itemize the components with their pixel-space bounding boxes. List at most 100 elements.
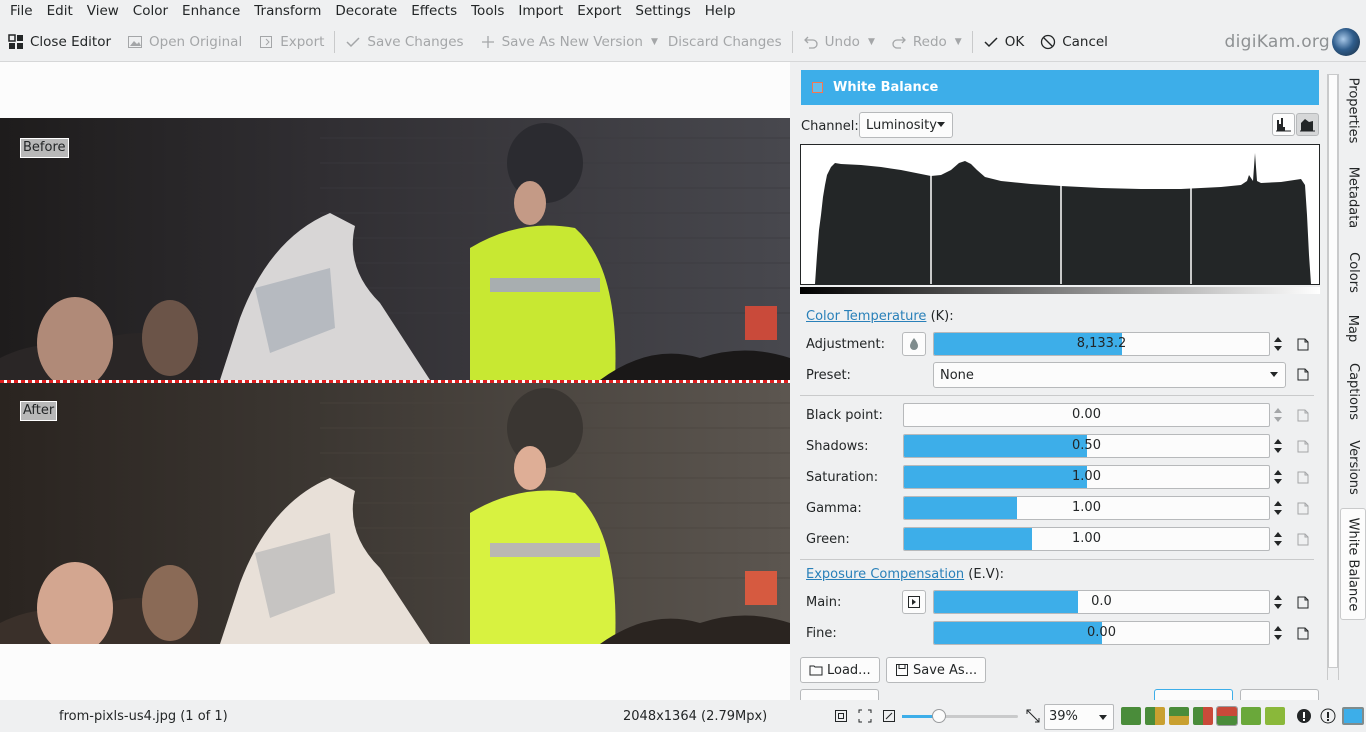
panel-cancel-button[interactable]: [1240, 689, 1319, 700]
preview-mouse-over-icon[interactable]: [1265, 707, 1285, 725]
menu-import[interactable]: Import: [511, 0, 570, 23]
compare-split-vertical-icon[interactable]: [1193, 707, 1213, 725]
fine-exposure-spinbox[interactable]: [1271, 621, 1285, 645]
gamma-slider[interactable]: 1.00: [903, 496, 1270, 520]
auto-exposure-button[interactable]: [902, 590, 926, 614]
compare-split-horizontal-icon[interactable]: [1216, 706, 1238, 726]
scrollbar-thumb[interactable]: [1328, 74, 1338, 668]
reset-icon[interactable]: [1297, 368, 1309, 381]
menu-tools[interactable]: Tools: [464, 0, 511, 23]
save-as-new-version-button[interactable]: Save As New Version ▼: [472, 23, 666, 62]
zoom-out-icon[interactable]: [882, 709, 896, 723]
close-editor-button[interactable]: Close Editor: [0, 23, 119, 62]
menu-color[interactable]: Color: [126, 0, 175, 23]
panel-scrollbar[interactable]: [1327, 62, 1339, 700]
defaults-button[interactable]: [800, 689, 879, 700]
reset-icon[interactable]: [1297, 596, 1309, 609]
fine-exposure-slider[interactable]: 0.00: [933, 621, 1270, 645]
zoom-to-100-icon[interactable]: [858, 709, 872, 723]
export-button[interactable]: Export: [250, 23, 332, 62]
redo-icon: [892, 36, 906, 49]
menu-edit[interactable]: Edit: [40, 0, 80, 23]
undo-button[interactable]: Undo ▼: [795, 23, 883, 62]
redo-button[interactable]: Redo ▼: [883, 23, 970, 62]
tab-map-label: Map: [1345, 314, 1361, 342]
chevron-down-icon[interactable]: ▼: [868, 37, 875, 47]
preview-original-icon[interactable]: [1121, 707, 1141, 725]
menu-settings[interactable]: Settings: [628, 0, 697, 23]
overexposure-indicator-icon[interactable]: [1320, 708, 1336, 724]
discard-changes-button[interactable]: Discard Changes: [666, 23, 790, 62]
reset-icon[interactable]: [1297, 502, 1309, 515]
menu-export[interactable]: Export: [570, 0, 628, 23]
menu-view[interactable]: View: [80, 0, 126, 23]
load-button[interactable]: Load...: [800, 657, 880, 683]
section-divider: [800, 395, 1314, 396]
gamma-spinbox[interactable]: [1271, 496, 1285, 520]
adjustment-slider[interactable]: 8,133.2: [933, 332, 1270, 356]
tab-versions[interactable]: Versions: [1340, 432, 1366, 502]
green-spinbox[interactable]: [1271, 527, 1285, 551]
open-original-button[interactable]: Open Original: [119, 23, 250, 62]
shadows-slider[interactable]: 0.50: [903, 434, 1270, 458]
chevron-down-icon: [937, 122, 945, 127]
menu-help[interactable]: Help: [698, 0, 743, 23]
reset-icon[interactable]: [1297, 338, 1309, 351]
reset-icon[interactable]: [1297, 409, 1309, 422]
save-changes-button[interactable]: Save Changes: [337, 23, 471, 62]
chevron-down-icon[interactable]: ▼: [651, 37, 658, 47]
exposure-compensation-link[interactable]: Exposure Compensation: [806, 567, 964, 582]
tab-metadata[interactable]: Metadata: [1340, 157, 1366, 237]
reset-icon[interactable]: [1297, 440, 1309, 453]
preview-target-icon[interactable]: [1241, 707, 1261, 725]
zoom-fit-icon[interactable]: [834, 709, 848, 723]
adjustment-spinbox[interactable]: [1271, 332, 1285, 356]
main-exposure-spinbox[interactable]: [1271, 590, 1285, 614]
menu-effects[interactable]: Effects: [404, 0, 464, 23]
green-slider[interactable]: 1.00: [903, 527, 1270, 551]
zoom-slider-handle[interactable]: [932, 709, 946, 723]
black-point-spinbox[interactable]: [1271, 403, 1285, 427]
ok-button[interactable]: OK: [975, 23, 1032, 62]
menu-file[interactable]: File: [3, 0, 40, 23]
zoom-select[interactable]: 39%: [1044, 704, 1114, 730]
tab-captions[interactable]: Captions: [1340, 355, 1366, 427]
chevron-down-icon[interactable]: ▼: [955, 37, 962, 47]
reset-icon[interactable]: [1297, 471, 1309, 484]
black-point-slider[interactable]: 0.00: [903, 403, 1270, 427]
saturation-spinbox[interactable]: [1271, 465, 1285, 489]
shadows-spinbox[interactable]: [1271, 434, 1285, 458]
reset-icon[interactable]: [1297, 627, 1309, 640]
ok-label: OK: [1004, 34, 1025, 50]
preset-value: None: [940, 367, 974, 383]
color-managed-view-icon[interactable]: [1342, 707, 1364, 725]
histogram[interactable]: [800, 144, 1320, 285]
before-image[interactable]: [0, 118, 790, 380]
menu-transform[interactable]: Transform: [247, 0, 328, 23]
tab-white-balance[interactable]: White Balance: [1340, 508, 1366, 620]
main-exposure-slider[interactable]: 0.0: [933, 590, 1270, 614]
preset-select[interactable]: None: [933, 362, 1286, 388]
compare-top-bottom-icon[interactable]: [1169, 707, 1189, 725]
compare-side-by-side-icon[interactable]: [1145, 707, 1165, 725]
underexposure-indicator-icon[interactable]: [1296, 708, 1312, 724]
menu-enhance[interactable]: Enhance: [175, 0, 247, 23]
panel-ok-button[interactable]: [1154, 689, 1233, 700]
cancel-button[interactable]: Cancel: [1032, 23, 1116, 62]
tab-map[interactable]: Map: [1340, 306, 1366, 350]
channel-select[interactable]: Luminosity: [859, 112, 953, 138]
color-temperature-link[interactable]: Color Temperature: [806, 309, 926, 324]
tab-properties[interactable]: Properties: [1340, 66, 1366, 154]
save-as-button[interactable]: Save As...: [886, 657, 987, 683]
menu-decorate[interactable]: Decorate: [328, 0, 404, 23]
linear-histogram-button[interactable]: [1272, 113, 1295, 136]
color-picker-button[interactable]: [902, 332, 926, 356]
saturation-slider[interactable]: 1.00: [903, 465, 1270, 489]
zoom-slider[interactable]: [902, 709, 1018, 723]
reset-icon[interactable]: [1297, 533, 1309, 546]
toolbar-separator: [334, 31, 336, 53]
after-image[interactable]: [0, 383, 790, 644]
zoom-in-icon[interactable]: [1026, 709, 1040, 723]
tab-colors[interactable]: Colors: [1340, 242, 1366, 302]
log-histogram-button[interactable]: [1296, 113, 1319, 136]
